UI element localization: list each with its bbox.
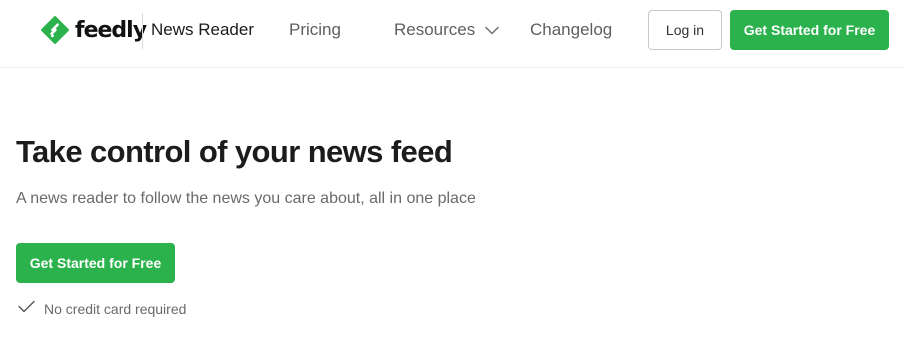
no-credit-card-text: No credit card required — [44, 301, 187, 317]
header-get-started-button[interactable]: Get Started for Free — [730, 10, 889, 50]
login-button[interactable]: Log in — [648, 10, 722, 50]
nav-resources-label: Resources — [394, 20, 476, 39]
product-name: News Reader — [151, 20, 254, 39]
nav-pricing-link[interactable]: Pricing — [289, 20, 341, 40]
hero-subtitle: A news reader to follow the news you car… — [16, 190, 476, 207]
hero-title: Take control of your news feed — [16, 134, 453, 169]
feedly-logo[interactable]: feedly — [40, 15, 147, 45]
no-credit-card-note: No credit card required — [18, 300, 186, 318]
feedly-logo-icon — [41, 16, 69, 44]
nav-resources-dropdown[interactable]: Resources — [394, 20, 499, 40]
hero-get-started-button[interactable]: Get Started for Free — [16, 243, 175, 283]
nav-changelog-link[interactable]: Changelog — [530, 20, 612, 40]
checkmark-icon — [18, 300, 35, 318]
chevron-down-icon — [485, 20, 499, 40]
logo-wordmark: feedly — [75, 17, 147, 43]
header-divider — [142, 13, 143, 49]
site-header: feedly News Reader Pricing Resources Cha… — [0, 0, 904, 68]
